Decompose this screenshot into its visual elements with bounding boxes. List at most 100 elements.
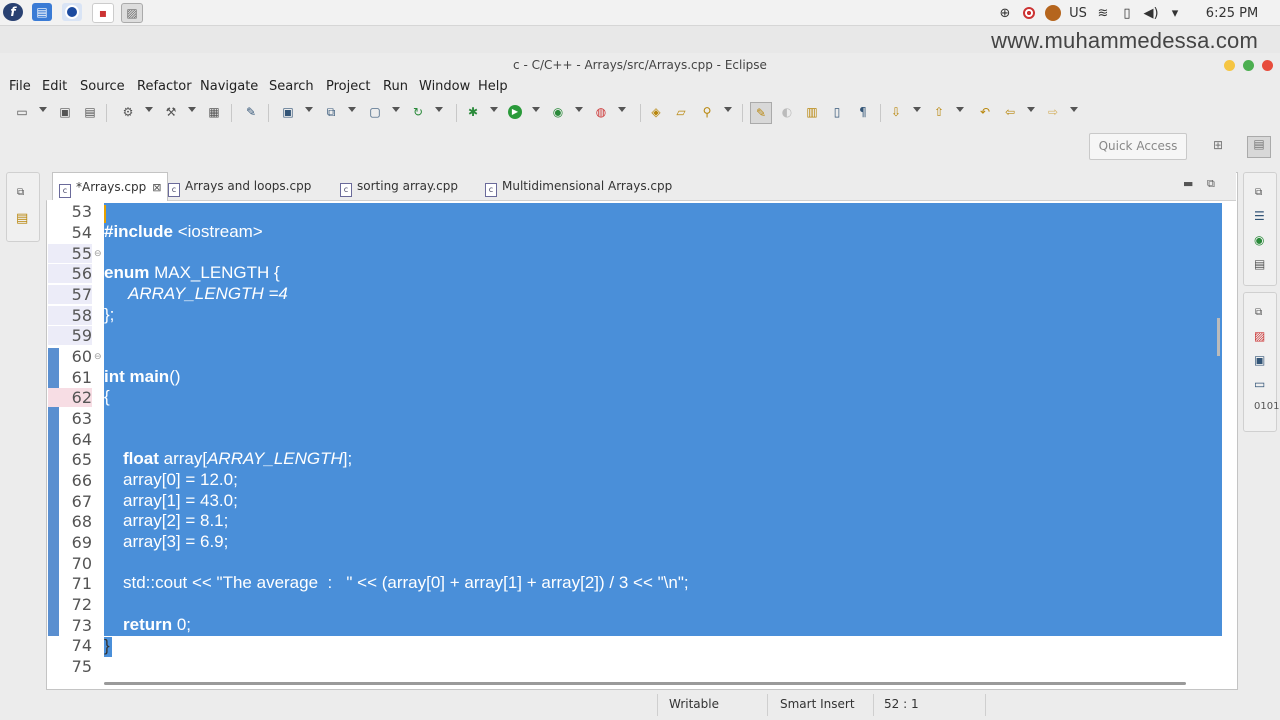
new-source-icon[interactable]: ▢ [367,104,383,120]
restore-icon[interactable]: ⧉ [17,187,24,198]
menu-refactor[interactable]: Refactor [137,79,192,94]
next-annotation-icon[interactable]: ⇩ [888,104,904,120]
console-view-icon[interactable]: ▣ [1254,353,1265,367]
code-line-54[interactable]: #include <iostream> [104,222,263,242]
new-class-icon[interactable]: ⧉ [323,104,339,120]
project-explorer-icon[interactable]: ▤ [16,211,28,226]
chevron-down-icon[interactable] [913,107,921,112]
binary-icon[interactable]: 0101 [1254,401,1279,412]
horizontal-scrollbar[interactable] [104,682,1186,685]
image-viewer-icon[interactable]: ▨ [121,3,143,23]
tab-arrays-cpp[interactable]: c *Arrays.cpp ⊠ [52,172,168,201]
volume-icon[interactable]: ◀) [1142,4,1160,22]
code-line-67[interactable]: array[1] = 43.0; [123,491,238,511]
block-select-icon[interactable]: ▥ [804,104,820,120]
code-line-62[interactable]: { [104,387,110,407]
tab-sorting-array[interactable]: c sorting array.cpp [340,172,458,200]
update-icon[interactable]: ⊕ [996,4,1014,22]
menu-run[interactable]: Run [383,79,408,94]
chevron-down-icon[interactable] [145,107,153,112]
paragraph-icon[interactable]: ¶ [855,104,871,120]
build-icon[interactable]: ⚙ [120,104,136,120]
chevron-down-icon[interactable] [392,107,400,112]
cpp-perspective-icon[interactable]: ▤ [1247,136,1271,158]
menu-project[interactable]: Project [326,79,370,94]
chevron-down-icon[interactable]: ▾ [1167,4,1183,22]
keyboard-layout[interactable]: US [1067,4,1089,22]
clock[interactable]: 6:25 PM [1204,4,1260,22]
menu-source[interactable]: Source [80,79,125,94]
chevron-down-icon[interactable] [348,107,356,112]
code-line-68[interactable]: array[2] = 8.1; [123,511,228,531]
run-icon[interactable]: ▶ [507,104,523,120]
open-folder-icon[interactable]: ▱ [673,104,689,120]
chevron-down-icon[interactable] [1027,107,1035,112]
prev-annotation-icon[interactable]: ⇧ [931,104,947,120]
menu-help[interactable]: Help [478,79,508,94]
maximize-button[interactable] [1243,60,1254,71]
chevron-down-icon[interactable] [188,107,196,112]
code-line-58[interactable]: }; [104,305,114,325]
outline-icon[interactable]: ☰ [1254,209,1265,223]
debug-icon[interactable]: ✱ [465,104,481,120]
quick-access-field[interactable]: Quick Access [1089,133,1187,160]
code-line-74[interactable]: } [104,636,110,656]
coverage-icon[interactable]: ◉ [550,104,566,120]
include-browser-icon[interactable]: ◉ [1254,233,1264,247]
toggle-highlight-icon[interactable]: ◐ [779,104,795,120]
chevron-down-icon[interactable] [956,107,964,112]
new-project-icon[interactable]: ▣ [280,104,296,120]
record-icon[interactable] [1020,4,1038,22]
media-icon[interactable]: ▪ [92,3,114,23]
restore-icon[interactable]: ⧉ [1255,307,1262,318]
chevron-down-icon[interactable] [1070,107,1078,112]
refresh-icon[interactable]: ↻ [410,104,426,120]
back-icon[interactable]: ⇦ [1002,104,1018,120]
chevron-down-icon[interactable] [618,107,626,112]
properties-icon[interactable]: ▭ [1254,377,1265,391]
mark-occurrences-icon[interactable]: ✎ [750,102,772,124]
code-line-66[interactable]: array[0] = 12.0; [123,470,238,490]
user-avatar-icon[interactable] [1044,4,1062,22]
chevron-down-icon[interactable] [39,107,47,112]
code-line-57[interactable]: ARRAY_LENGTH =4 [128,284,288,304]
code-line-61[interactable]: int main() [104,367,181,387]
chevron-down-icon[interactable] [724,107,732,112]
restore-icon[interactable]: ⧉ [1255,187,1262,198]
menu-window[interactable]: Window [419,79,470,94]
menu-edit[interactable]: Edit [42,79,67,94]
fold-toggle-icon[interactable]: ⊖ [94,352,102,362]
hammer-icon[interactable]: ⚒ [163,104,179,120]
code-line-73[interactable]: return 0; [123,615,191,635]
forward-icon[interactable]: ⇨ [1045,104,1061,120]
chevron-down-icon[interactable] [490,107,498,112]
save-icon[interactable]: ▣ [57,104,73,120]
external-tools-icon[interactable]: ◍ [593,104,609,120]
new-file-icon[interactable]: ▭ [14,104,30,120]
vertical-scrollbar[interactable] [1217,318,1220,356]
maximize-editor-icon[interactable]: ⧉ [1207,177,1215,191]
chevron-down-icon[interactable] [532,107,540,112]
console-icon[interactable]: ▦ [206,104,222,120]
minimize-button[interactable] [1224,60,1235,71]
wifi-icon[interactable]: ≋ [1094,4,1112,22]
chevron-down-icon[interactable] [305,107,313,112]
file-manager-icon[interactable]: ▤ [32,3,52,21]
close-icon[interactable]: ⊠ [152,181,161,194]
show-whitespace-icon[interactable]: ▯ [829,104,845,120]
chevron-down-icon[interactable] [435,107,443,112]
search-icon[interactable]: ⚲ [699,104,715,120]
menu-file[interactable]: File [9,79,31,94]
menu-navigate[interactable]: Navigate [200,79,258,94]
open-type-icon[interactable]: ◈ [648,104,664,120]
menu-search[interactable]: Search [269,79,314,94]
minimize-editor-icon[interactable]: ▬ [1183,177,1193,190]
tab-multidimensional-arrays[interactable]: c Multidimensional Arrays.cpp [485,172,672,200]
tab-arrays-and-loops[interactable]: c Arrays and loops.cpp [168,172,311,200]
open-perspective-icon[interactable]: ⊞ [1209,138,1227,154]
code-line-69[interactable]: array[3] = 6.9; [123,532,228,552]
chevron-down-icon[interactable] [575,107,583,112]
task-list-icon[interactable]: ▤ [1254,257,1265,271]
fedora-logo-icon[interactable]: f [3,3,23,21]
close-button[interactable] [1262,60,1273,71]
